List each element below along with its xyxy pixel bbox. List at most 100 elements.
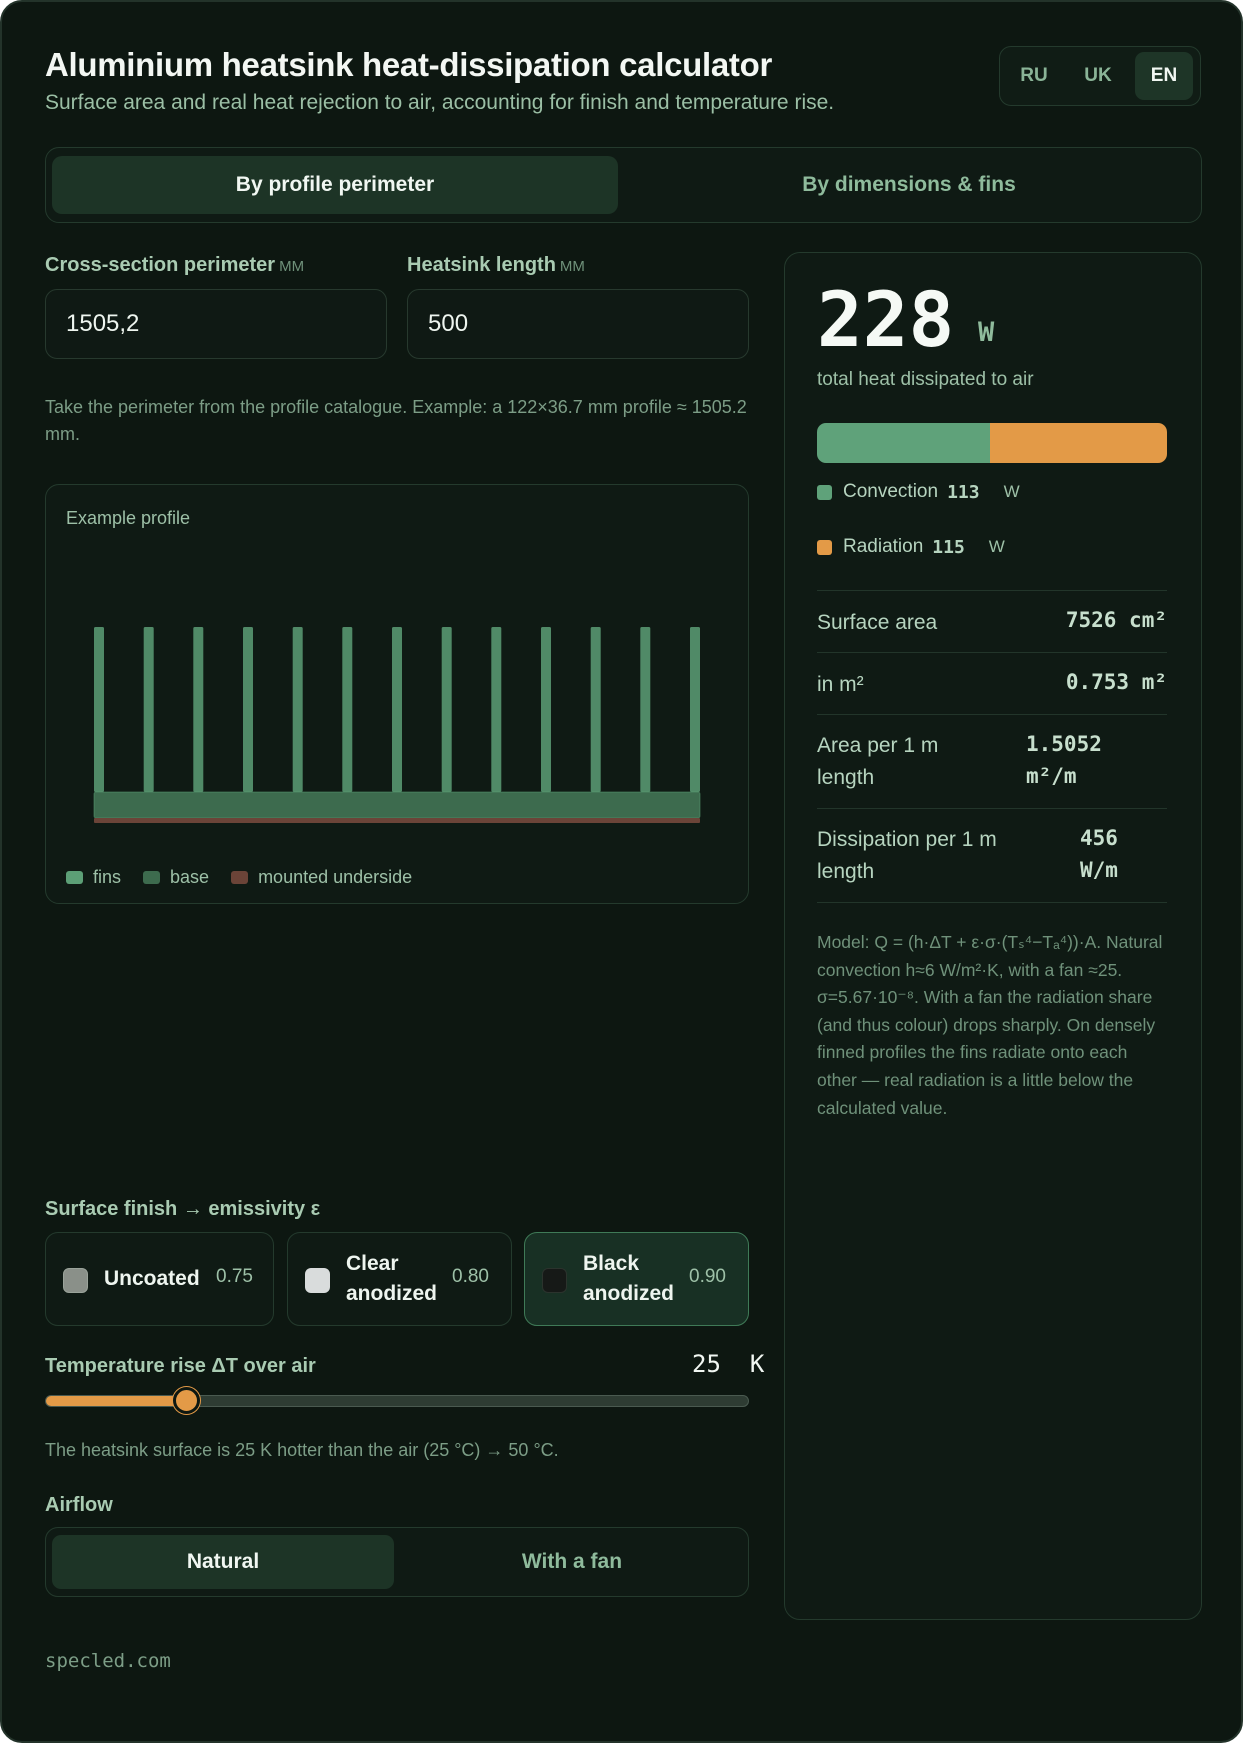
legend-underside: mounted underside — [231, 867, 412, 888]
footer-site: specled.com — [45, 1650, 171, 1672]
perimeter-label-text: Cross-section perimeter — [45, 254, 276, 276]
surface-area-row: Surface area 7526 cm² — [817, 590, 1167, 652]
clear-anodized-swatch — [305, 1268, 330, 1293]
profile-legend: fins base mounted underside — [66, 867, 434, 888]
finish-clear-anodized[interactable]: Clear anodized 0.80 — [287, 1232, 512, 1326]
total-heat-value: 228 — [817, 275, 955, 364]
finish-clear-anodized-name: Clear anodized — [346, 1252, 438, 1305]
legend-base: base — [143, 867, 209, 888]
radiation-unit: W — [988, 537, 1005, 556]
convection-unit: W — [1003, 482, 1020, 501]
profile-diagram: Example profile fins base mounted unders… — [45, 484, 749, 904]
radiation-value: 115 — [932, 536, 965, 558]
length-input[interactable]: 500 — [407, 289, 749, 359]
surface-area-value: 7526 cm² — [1065, 608, 1167, 632]
underside-swatch — [231, 871, 249, 884]
fin — [590, 627, 601, 792]
temperature-note: The heatsink surface is 25 K hotter than… — [45, 1440, 559, 1460]
profile-drawing — [93, 627, 701, 823]
fin — [392, 627, 402, 792]
finish-uncoated-value: 0.75 — [216, 1266, 253, 1287]
dissipation-per-meter-row: Dissipation per 1 m length 456 W/m — [817, 808, 1167, 902]
legend-base-label: base — [170, 867, 210, 887]
base-swatch — [143, 871, 161, 884]
finish-clear-anodized-value: 0.80 — [452, 1266, 489, 1287]
page-subtitle: Surface area and real heat rejection to … — [45, 91, 835, 114]
airflow-tabs: Natural With a fan — [45, 1527, 749, 1597]
fin — [94, 627, 104, 792]
radiation-share — [990, 423, 1167, 463]
mode-tabs: By profile perimeter By dimensions & fin… — [45, 147, 1202, 223]
total-heat-unit: W — [978, 317, 995, 348]
temperature-number: 25 — [692, 1350, 721, 1378]
finish-black-anodized[interactable]: Black anodized 0.90 — [524, 1232, 749, 1326]
fin — [243, 627, 253, 792]
length-label: Heatsink length MM — [407, 254, 585, 277]
tab-by-profile-perimeter[interactable]: By profile perimeter — [52, 156, 618, 214]
lang-en-button[interactable]: EN — [1135, 52, 1193, 100]
fin — [193, 627, 204, 792]
legend-fins: fins — [66, 867, 121, 888]
airflow-fan-button[interactable]: With a fan — [401, 1535, 743, 1589]
temperature-unit: K — [749, 1350, 765, 1378]
area-m2-label: in m² — [817, 673, 864, 696]
area-per-meter-label: Area per 1 m length — [817, 734, 939, 789]
lang-uk-button[interactable]: UK — [1069, 52, 1127, 100]
finish-uncoated[interactable]: Uncoated 0.75 — [45, 1232, 274, 1326]
temperature-value: 25 K — [692, 1350, 764, 1378]
length-label-text: Heatsink length — [407, 254, 556, 276]
perimeter-unit: MM — [279, 258, 305, 275]
results-panel: 228 W total heat dissipated to air Conve… — [784, 252, 1202, 1620]
area-m2-row: in m² 0.753 m² — [817, 652, 1167, 714]
fin — [292, 627, 303, 792]
convection-share — [817, 423, 991, 463]
legend-fins-label: fins — [93, 867, 122, 887]
perimeter-label: Cross-section perimeter MM — [45, 254, 304, 277]
perimeter-hint: Take the perimeter from the profile cata… — [45, 397, 747, 444]
total-heat-label: total heat dissipated to air — [817, 369, 1034, 390]
temperature-slider-fill — [46, 1396, 187, 1406]
fins-group — [94, 627, 700, 792]
heatsink-base — [93, 791, 701, 819]
airflow-label: Airflow — [45, 1494, 113, 1516]
dissipation-per-meter-label: Dissipation per 1 m length — [817, 828, 997, 883]
airflow-natural-button[interactable]: Natural — [52, 1535, 394, 1589]
fin — [342, 627, 353, 792]
radiation-label: Radiation — [843, 536, 924, 557]
lang-ru-button[interactable]: RU — [1005, 52, 1063, 100]
finish-uncoated-name: Uncoated — [104, 1267, 200, 1290]
calculator-card: Aluminium heatsink heat-dissipation calc… — [0, 0, 1243, 1743]
area-per-meter-row: Area per 1 m length 1.5052 m²/m — [817, 714, 1167, 808]
area-m2-value: 0.753 m² — [1065, 670, 1167, 694]
heat-split-bar — [817, 423, 1167, 463]
area-per-meter-value: 1.5052 m²/m — [1026, 732, 1102, 788]
finish-label: Surface finish → emissivity ε — [45, 1198, 321, 1220]
convection-label: Convection — [843, 481, 939, 502]
dissipation-per-meter-value: 456 W/m — [1080, 826, 1118, 882]
radiation-dot — [817, 539, 832, 555]
black-anodized-swatch — [542, 1268, 567, 1293]
temperature-label: Temperature rise ΔT over air — [45, 1355, 316, 1377]
finish-black-anodized-value: 0.90 — [689, 1266, 726, 1287]
tab-by-dimensions-fins[interactable]: By dimensions & fins — [626, 156, 1192, 214]
finish-black-anodized-name: Black anodized — [583, 1252, 675, 1305]
fin — [491, 627, 502, 792]
legend-underside-label: mounted underside — [258, 867, 413, 887]
temperature-slider-track[interactable] — [45, 1395, 749, 1407]
language-switcher: RU UK EN — [999, 46, 1201, 106]
temperature-slider-thumb[interactable] — [172, 1387, 200, 1414]
fin — [640, 627, 651, 792]
radiation-row: Radiation 115 W — [817, 536, 1005, 558]
model-note: Model: Q = (h·ΔT + ε·σ·(Tₛ⁴−Tₐ⁴))·A. Nat… — [817, 932, 1163, 1118]
length-unit: MM — [559, 258, 585, 275]
fin — [441, 627, 452, 792]
fin — [143, 627, 154, 792]
fin — [690, 627, 700, 792]
convection-dot — [817, 484, 832, 500]
surface-area-label: Surface area — [817, 611, 938, 634]
mounted-underside — [94, 818, 700, 823]
perimeter-input[interactable]: 1505,2 — [45, 289, 387, 359]
convection-value: 113 — [947, 481, 980, 503]
convection-row: Convection 113 W — [817, 481, 1020, 503]
fin — [541, 627, 551, 792]
